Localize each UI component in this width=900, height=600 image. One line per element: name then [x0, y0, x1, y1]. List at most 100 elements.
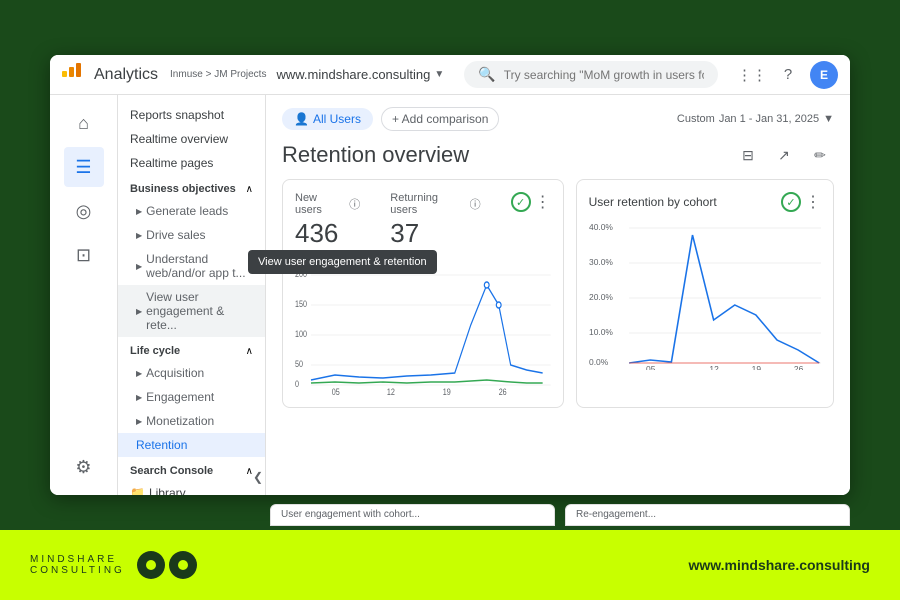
analytics-label: Analytics: [94, 66, 158, 84]
svg-text:50: 50: [295, 359, 303, 369]
nav-reports-snapshot[interactable]: Reports snapshot: [118, 103, 265, 127]
nav-retention[interactable]: Retention: [118, 433, 265, 457]
nav-engagement[interactable]: ▶ Engagement: [118, 385, 265, 409]
metric-underline: [295, 251, 355, 253]
bottom-bar: mindshare consulting www.mindshare.consu…: [0, 530, 900, 600]
add-comparison-button[interactable]: + Add comparison: [381, 107, 499, 131]
retention-line-chart: 200 150 100 50 0: [295, 265, 551, 395]
nav-monetization[interactable]: ▶ Monetization: [118, 409, 265, 433]
eye-left-icon: [137, 551, 165, 579]
search-icon: 🔍: [478, 66, 495, 83]
nav-item-label: Monetization: [146, 414, 214, 428]
new-users-metric: New users ⓘ 436: [295, 192, 360, 253]
apps-icon[interactable]: ⋮⋮: [738, 61, 766, 89]
sidebar-explore-icon[interactable]: ◎: [64, 191, 104, 231]
sidebar-settings-icon[interactable]: ⚙: [64, 447, 104, 487]
cohort-menu-icon[interactable]: ⋮: [805, 192, 821, 212]
title-actions: ⊟ ↗ ✏: [734, 141, 834, 169]
nav-arrow-icon: ▶: [136, 393, 142, 402]
date-range[interactable]: Custom Jan 1 - Jan 31, 2025 ▼: [677, 113, 834, 125]
all-users-button[interactable]: 👤 All Users: [282, 108, 373, 130]
info-icon[interactable]: ⓘ: [470, 196, 481, 212]
nav-item-label: Acquisition: [146, 366, 204, 380]
business-objectives-chevron-icon: ∧: [246, 184, 253, 195]
edit-icon[interactable]: ✏: [806, 141, 834, 169]
date-range-value: Jan 1 - Jan 31, 2025: [719, 113, 819, 125]
nav-item-label: Generate leads: [146, 204, 228, 218]
svg-text:40.0%: 40.0%: [589, 223, 614, 232]
logo-eyes: [137, 551, 197, 579]
nav-arrow-icon: ▶: [136, 369, 142, 378]
life-cycle-title: Life cycle: [130, 345, 180, 357]
share-icon[interactable]: ↗: [770, 141, 798, 169]
eye-right-icon: [169, 551, 197, 579]
cohort-header: User retention by cohort ✓ ⋮: [589, 192, 821, 212]
nav-arrow-icon: ▶: [136, 231, 142, 240]
all-users-label: All Users: [313, 112, 361, 126]
charts-row: New users ⓘ 436 Returning users ⓘ 37: [282, 179, 834, 408]
search-input[interactable]: [504, 68, 704, 82]
nav-arrow-icon: ▶: [136, 207, 142, 216]
search-bar[interactable]: 🔍: [464, 61, 718, 88]
nav-arrow-icon: ▶: [136, 262, 142, 271]
chart-menu-icon[interactable]: ⋮: [535, 192, 551, 212]
logo-text: mindshare consulting: [30, 554, 125, 576]
svg-text:05: 05: [332, 387, 340, 395]
property-chevron-icon: ▼: [434, 69, 444, 80]
nav-acquisition[interactable]: ▶ Acquisition: [118, 361, 265, 385]
status-check-icon[interactable]: ✓: [511, 192, 531, 212]
page-title-area: Retention overview ⊟ ↗ ✏: [282, 141, 834, 169]
sidebar-home-icon[interactable]: ⌂: [64, 103, 104, 143]
svg-text:20.0%: 20.0%: [589, 293, 614, 302]
bottom-url: www.mindshare.consulting: [688, 557, 870, 573]
sidebar-reports-icon[interactable]: ☰: [64, 147, 104, 187]
svg-text:10.0%: 10.0%: [589, 328, 614, 337]
sidebar-advertising-icon[interactable]: ⊡: [64, 235, 104, 275]
svg-text:200: 200: [295, 269, 307, 279]
new-users-label: New users ⓘ: [295, 192, 360, 216]
nav-realtime-overview[interactable]: Realtime overview: [118, 127, 265, 151]
svg-text:0.0%: 0.0%: [589, 358, 609, 367]
new-users-value: 436: [295, 218, 360, 249]
help-icon[interactable]: ?: [774, 61, 802, 89]
date-custom-label: Custom: [677, 113, 715, 125]
info-icon[interactable]: ⓘ: [349, 196, 360, 212]
bottom-cards-hint: User engagement with cohort... Re-engage…: [270, 504, 850, 526]
property-selector[interactable]: www.mindshare.consulting ▼: [276, 67, 444, 82]
compare-icon[interactable]: ⊟: [734, 141, 762, 169]
nav-panel: Reports snapshot Realtime overview Realt…: [118, 95, 266, 495]
life-cycle-header[interactable]: Life cycle ∧: [118, 337, 265, 361]
nav-realtime-pages[interactable]: Realtime pages: [118, 151, 265, 175]
ga-logo: [62, 63, 86, 87]
nav-arrow-icon: ▶: [136, 307, 142, 316]
metric-row: New users ⓘ 436 Returning users ⓘ 37: [295, 192, 551, 253]
ga-bar-1: [62, 71, 67, 77]
avatar[interactable]: E: [810, 61, 838, 89]
returning-users-label: Returning users ⓘ: [390, 192, 480, 216]
nav-arrow-icon: ▶: [136, 417, 142, 426]
cohort-status-icon[interactable]: ✓: [781, 192, 801, 212]
ga-bar-3: [76, 63, 81, 77]
nav-library[interactable]: 📁 Library: [118, 481, 265, 495]
cohort-chart-card: User retention by cohort ✓ ⋮ 40.0% 30.0%…: [576, 179, 834, 408]
breadcrumb: Inmuse > JM Projects: [170, 69, 266, 80]
nav-item-label: Library: [149, 486, 186, 495]
nav-generate-leads[interactable]: ▶ Generate leads: [118, 199, 265, 223]
sidebar-icons: ⌂ ☰ ◎ ⊡ ⚙: [50, 95, 118, 495]
nav-item-label: Engagement: [146, 390, 214, 404]
business-objectives-header[interactable]: Business objectives ∧: [118, 175, 265, 199]
cohort-line-chart: 40.0% 30.0% 20.0% 10.0% 0.0%: [589, 220, 821, 350]
page-title: Retention overview: [282, 142, 469, 168]
cohort-actions: ✓ ⋮: [781, 192, 821, 212]
collapse-nav-button[interactable]: ❮: [248, 467, 268, 487]
life-cycle-chevron-icon: ∧: [246, 346, 253, 357]
folder-icon: 📁: [130, 486, 145, 495]
main-content: 👤 All Users + Add comparison Custom Jan …: [266, 95, 850, 495]
retention-chart-card: New users ⓘ 436 Returning users ⓘ 37: [282, 179, 564, 408]
nav-understand-web[interactable]: ▶ Understand web/and/or app t...: [118, 247, 265, 285]
nav-drive-sales[interactable]: ▶ Drive sales: [118, 223, 265, 247]
search-console-header[interactable]: Search Console ∧: [118, 457, 265, 481]
nav-view-user-engagement[interactable]: ▶ View user engagement & rete...: [118, 285, 265, 337]
property-info: Inmuse > JM Projects: [166, 69, 266, 80]
nav-item-label: Understand web/and/or app t...: [146, 252, 253, 280]
